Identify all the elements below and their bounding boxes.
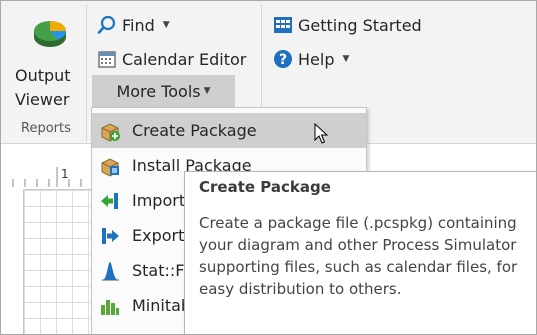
tooltip-body: Create a package file (.pcspkg) containi… bbox=[199, 214, 518, 298]
chevron-down-icon: ▼ bbox=[203, 86, 211, 96]
find-label: Find bbox=[122, 15, 155, 35]
help-label: Help bbox=[298, 49, 335, 69]
svg-text:?: ? bbox=[279, 52, 287, 68]
getting-started-button[interactable]: Getting Started bbox=[273, 15, 422, 35]
menu-item-label: Export bbox=[132, 226, 185, 245]
menu-item-label: Minitab bbox=[132, 296, 192, 315]
mouse-pointer-icon bbox=[314, 123, 329, 144]
menu-item-label: Import bbox=[132, 191, 186, 210]
group-separator bbox=[86, 5, 87, 141]
create-package-tooltip: Create Package Create a package file (.p… bbox=[184, 171, 536, 334]
menu-item-label: Create Package bbox=[132, 121, 257, 140]
output-viewer-button[interactable]: Output Viewer bbox=[15, 17, 81, 117]
output-viewer-label-line2: Viewer bbox=[15, 90, 70, 109]
package-install-icon bbox=[99, 155, 121, 177]
tooltip-title: Create Package bbox=[199, 178, 331, 196]
more-tools-label: More Tools bbox=[116, 81, 201, 101]
getting-started-grid-icon bbox=[274, 17, 292, 33]
ruler-tick-label: 1 bbox=[61, 167, 69, 181]
app-window: Output Viewer Reports Find ▼ Calendar Ed… bbox=[0, 0, 537, 335]
export-arrow-icon bbox=[99, 225, 121, 247]
more-tools-button[interactable]: More Tools ▼ bbox=[92, 75, 235, 107]
output-viewer-label-line1: Output bbox=[15, 66, 71, 85]
import-arrow-icon bbox=[99, 190, 121, 212]
package-create-icon bbox=[99, 120, 121, 142]
help-icon: ? bbox=[274, 50, 292, 68]
pie-chart-icon bbox=[34, 21, 66, 47]
search-icon bbox=[97, 15, 116, 34]
calendar-icon bbox=[98, 51, 116, 68]
statfit-chart-icon bbox=[99, 260, 121, 282]
help-button[interactable]: ? Help ▼ bbox=[273, 49, 349, 69]
minitab-bars-icon bbox=[99, 295, 121, 317]
reports-group-label: Reports bbox=[21, 121, 71, 136]
calendar-editor-button[interactable]: Calendar Editor bbox=[97, 49, 246, 69]
vertical-ruler bbox=[1, 189, 24, 334]
chevron-down-icon: ▼ bbox=[162, 20, 170, 30]
find-button[interactable]: Find ▼ bbox=[97, 15, 170, 35]
getting-started-label: Getting Started bbox=[298, 15, 422, 35]
calendar-editor-label: Calendar Editor bbox=[122, 49, 247, 69]
chevron-down-icon: ▼ bbox=[342, 54, 350, 64]
